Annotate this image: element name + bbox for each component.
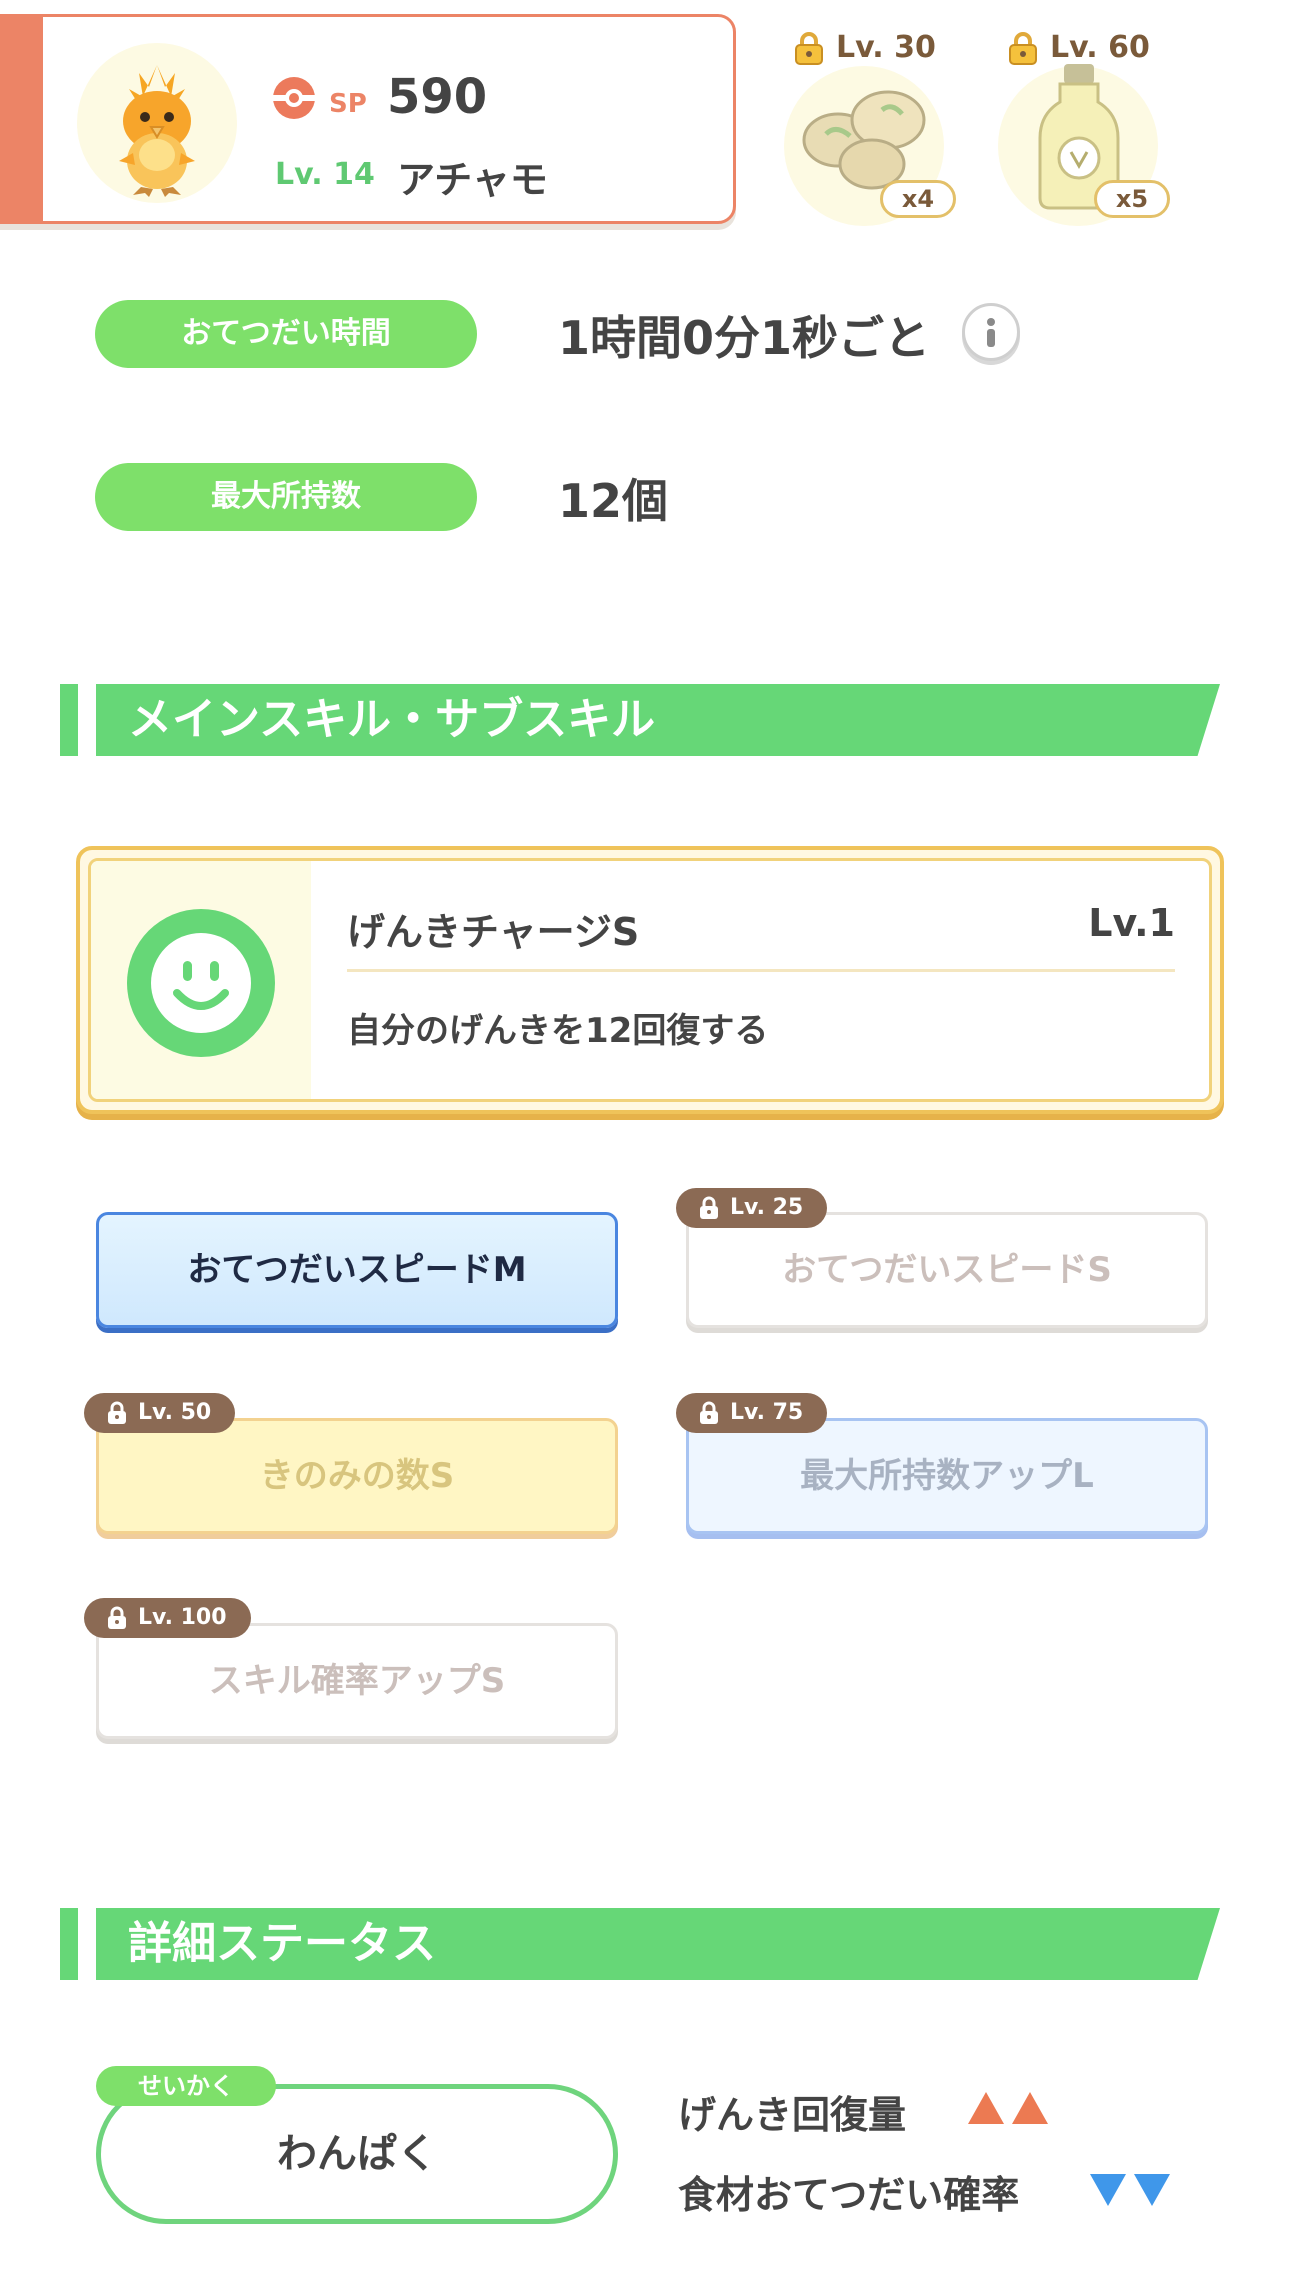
main-skill-description: 自分のげんきを12回復する	[347, 1011, 769, 1051]
main-skill-name: げんきチャージS	[347, 910, 640, 954]
max-carry-value: 12個	[558, 474, 669, 528]
sp-value: 590	[387, 69, 488, 125]
ingredient-quantity: x4	[880, 180, 956, 218]
ingredient-quantity: x5	[1094, 180, 1170, 218]
section-title: メインスキル・サブスキル	[128, 694, 656, 745]
info-icon	[987, 318, 995, 347]
nature-down-stat: 食材おてつだい確率	[678, 2173, 1020, 2217]
ingredient-unlock-level: Lv. 30	[836, 30, 936, 65]
ingredient-slot-lv30[interactable]: Lv. 30 x4	[770, 20, 970, 230]
sub-skill-button[interactable]: きのみの数S	[96, 1418, 618, 1534]
pokemon-avatar	[77, 43, 237, 203]
lock-icon	[700, 1196, 718, 1219]
pokemon-sprite	[119, 65, 195, 197]
max-carry-label: 最大所持数	[95, 463, 477, 531]
sub-skill-lock-tag: Lv. 50	[84, 1393, 236, 1433]
help-time-value: 1時間0分1秒ごと	[558, 311, 931, 365]
pokemon-name: アチャモ	[397, 158, 548, 202]
sub-skill-button[interactable]: スキル確率アップS	[96, 1623, 618, 1739]
section-title: 詳細ステータス	[128, 1918, 436, 1969]
help-time-label: おてつだい時間	[95, 300, 477, 368]
lock-level: Lv. 25	[730, 1195, 804, 1220]
pokemon-summary-card: SP 590 Lv. 14 アチャモ	[0, 14, 736, 224]
smile-icon	[127, 909, 275, 1057]
sub-skill-button[interactable]: 最大所持数アップL	[686, 1418, 1208, 1534]
lock-icon	[700, 1401, 718, 1424]
lock-level: Lv. 75	[730, 1400, 804, 1425]
sub-skill-button[interactable]: おてつだいスピードM	[96, 1212, 618, 1328]
up-arrow-icon	[1012, 2092, 1048, 2124]
down-arrow-icon	[1090, 2174, 1126, 2206]
nature-tag: せいかく	[96, 2066, 276, 2106]
sub-skill-lock-tag: Lv. 75	[676, 1393, 828, 1433]
sub-skill-button[interactable]: おてつだいスピードS	[686, 1212, 1208, 1328]
down-arrow-icon	[1134, 2174, 1170, 2206]
nature-up-stat: げんき回復量	[678, 2093, 907, 2137]
status-section-header: 詳細ステータス	[60, 1908, 1220, 1980]
sleep-point-icon	[273, 77, 315, 119]
main-skill-level: Lv.1	[1088, 901, 1175, 945]
ingredient-slot-lv60[interactable]: Lv. 60 x5	[984, 20, 1184, 230]
help-time-info-button[interactable]	[962, 303, 1020, 361]
main-skill-card[interactable]: げんきチャージS Lv.1 自分のげんきを12回復する	[76, 846, 1224, 1114]
sp-label: SP	[329, 89, 367, 119]
pokemon-level: Lv. 14	[275, 157, 375, 192]
card-accent-stripe	[0, 17, 43, 221]
skills-section-header: メインスキル・サブスキル	[60, 684, 1220, 756]
sub-skill-lock-tag: Lv. 25	[676, 1188, 828, 1228]
up-arrow-icon	[968, 2092, 1004, 2124]
lock-level: Lv. 100	[138, 1605, 227, 1630]
sub-skill-lock-tag: Lv. 100	[84, 1598, 251, 1638]
lock-icon	[795, 32, 823, 65]
lock-level: Lv. 50	[138, 1400, 212, 1425]
divider	[347, 969, 1175, 972]
lock-icon	[108, 1606, 126, 1629]
lock-icon	[108, 1401, 126, 1424]
